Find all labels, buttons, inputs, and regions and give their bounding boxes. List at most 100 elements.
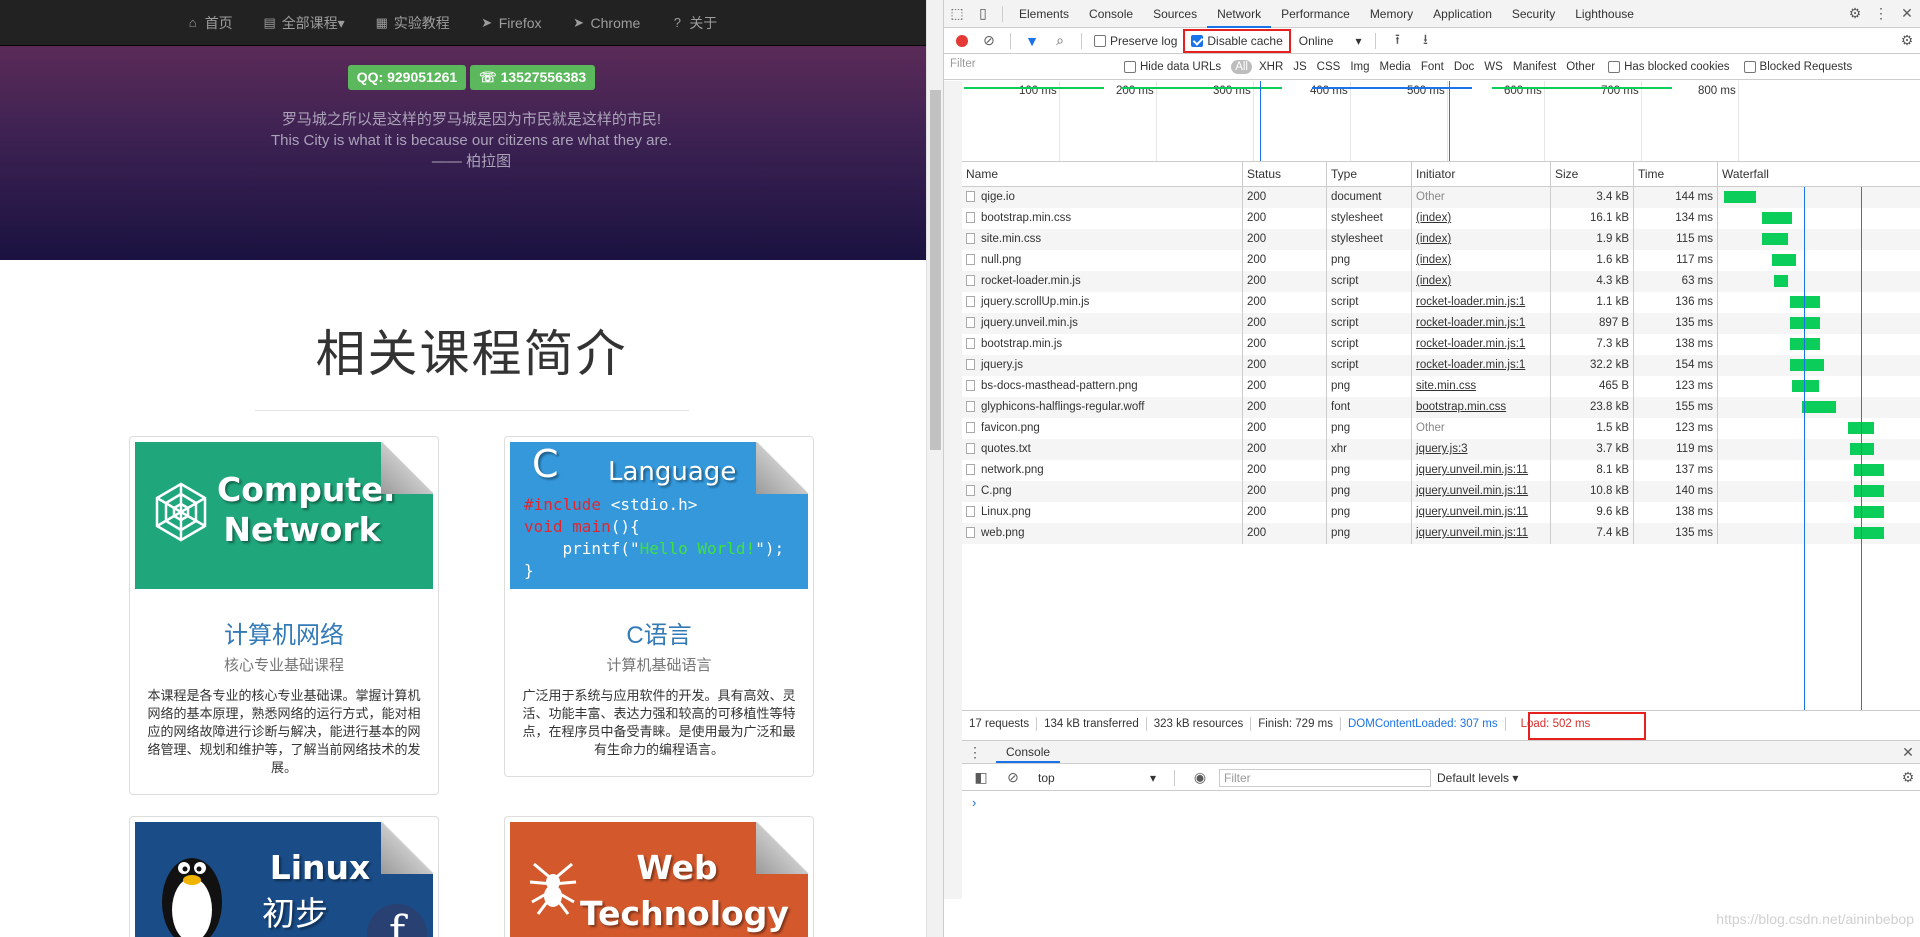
search-icon[interactable]: ⌕ [1047,27,1073,55]
request-row[interactable]: Linux.png 200 png jquery.unveil.min.js:11 9.… [962,502,1920,523]
type-filter-doc[interactable]: Doc [1451,60,1477,74]
column-header-status[interactable]: Status [1243,162,1327,186]
course-card-linux[interactable]: Linux 初步 ƒ [129,816,439,937]
record-icon[interactable] [956,34,968,47]
checkbox-box[interactable] [1094,34,1106,47]
nav-item-1[interactable]: ▤ 全部课程▾ [248,13,360,33]
card-title[interactable]: C语言 [510,615,808,650]
course-card-web[interactable]: Web Technology [504,816,814,937]
filter-funnel-icon[interactable]: ▼ [1019,27,1045,55]
blocked-requests-checkbox[interactable]: Blocked Requests [1740,60,1857,73]
request-row[interactable]: glyphicons-halflings-regular.woff 200 font… [962,397,1920,418]
eye-icon[interactable]: ◉ [1187,764,1213,792]
column-header-initiator[interactable]: Initiator [1412,162,1551,186]
type-filter-media[interactable]: Media [1377,60,1414,74]
request-row[interactable]: bootstrap.min.css 200 stylesheet (index) 16.… [962,208,1920,229]
request-initiator[interactable]: (index) [1412,229,1551,250]
network-filter-input[interactable]: Filter [948,58,1114,76]
tab-sources[interactable]: Sources [1143,0,1207,28]
phone-badge[interactable]: ☏ 13527556383 [470,65,596,90]
disable-cache-checkbox[interactable]: Disable cache [1183,28,1291,53]
request-row[interactable]: bootstrap.min.js 200 script rocket-loader.m… [962,334,1920,355]
device-toolbar-icon[interactable]: ▯ [970,0,996,28]
request-initiator[interactable]: (index) [1412,271,1551,292]
request-row[interactable]: null.png 200 png (index) 1.6 kB 117 ms [962,250,1920,271]
tab-application[interactable]: Application [1423,0,1502,28]
request-row[interactable]: jquery.js 200 script rocket-loader.min.js:1… [962,355,1920,376]
hide-data-urls-checkbox[interactable]: Hide data URLs [1120,60,1225,73]
timeline-overview[interactable]: 100 ms 200 ms 300 ms 400 ms 500 ms 600 ms 700 … [962,81,1920,162]
request-row[interactable]: bs-docs-masthead-pattern.png 200 png site.m… [962,376,1920,397]
preserve-log-checkbox[interactable]: Preserve log [1090,34,1181,48]
checkbox-box[interactable] [1743,60,1756,73]
console-sidebar-icon[interactable]: ◧ [968,764,994,792]
type-filter-other[interactable]: Other [1563,60,1598,74]
context-select[interactable]: top ▾ [1032,771,1162,785]
tab-memory[interactable]: Memory [1360,0,1423,28]
settings-gear-icon[interactable]: ⚙ [1842,0,1868,28]
nav-item-4[interactable]: ➤ Chrome [557,15,656,31]
column-header-waterfall[interactable]: Waterfall [1718,162,1920,186]
nav-item-2[interactable]: ▦ 实验教程 [360,13,465,33]
nav-item-0[interactable]: ⌂ 首页 [171,13,248,33]
tab-network[interactable]: Network [1207,0,1272,28]
course-card-network[interactable]: Computer Network 计算机网络 核心专业基础课程 本课程是各专业的… [129,436,439,795]
console-filter-input[interactable]: Filter [1219,768,1431,787]
request-initiator[interactable]: rocket-loader.min.js:1 [1412,355,1551,376]
tab-elements[interactable]: Elements [1009,0,1079,28]
log-levels-select[interactable]: Default levels ▾ [1437,771,1518,785]
request-row[interactable]: quotes.txt 200 xhr jquery.js:3 3.7 kB 119 ms [962,439,1920,460]
tab-performance[interactable]: Performance [1271,0,1360,28]
type-filter-js[interactable]: JS [1290,60,1309,74]
request-row[interactable]: site.min.css 200 stylesheet (index) 1.9 kB 11… [962,229,1920,250]
type-filter-xhr[interactable]: XHR [1256,60,1286,74]
type-filter-all[interactable]: All [1231,59,1252,74]
request-row[interactable]: jquery.scrollUp.min.js 200 script rocket-lo… [962,292,1920,313]
request-row[interactable]: favicon.png 200 png Other 1.5 kB 123 ms [962,418,1920,439]
nav-item-3[interactable]: ➤ Firefox [465,15,557,31]
export-har-icon[interactable]: ⭳ [1412,27,1438,55]
tab-lighthouse[interactable]: Lighthouse [1565,0,1644,28]
close-drawer-icon[interactable]: ✕ [1895,738,1920,766]
request-row[interactable]: web.png 200 png jquery.unveil.min.js:11 7.4 … [962,523,1920,544]
request-initiator[interactable]: jquery.unveil.min.js:11 [1412,460,1551,481]
clear-icon[interactable]: ⊘ [976,27,1002,55]
course-card-c[interactable]: C Language #include <stdio.h> void main(… [504,436,814,777]
console-clear-icon[interactable]: ⊘ [1000,764,1026,792]
request-initiator[interactable]: jquery.js:3 [1412,439,1551,460]
tab-security[interactable]: Security [1502,0,1565,28]
request-initiator[interactable]: (index) [1412,250,1551,271]
console-prompt[interactable]: › [972,795,976,810]
request-initiator[interactable]: jquery.unveil.min.js:11 [1412,481,1551,502]
request-row[interactable]: network.png 200 png jquery.unveil.min.js:11… [962,460,1920,481]
import-har-icon[interactable]: ⭱ [1384,27,1410,55]
network-settings-gear-icon[interactable]: ⚙ [1894,27,1920,55]
type-filter-manifest[interactable]: Manifest [1510,60,1559,74]
more-options-icon[interactable]: ⋮ [1868,0,1894,28]
checkbox-box[interactable] [1124,60,1136,73]
scrollbar-thumb[interactable] [930,90,941,450]
column-header-time[interactable]: Time [1634,162,1718,186]
checkbox-box-checked[interactable] [1191,34,1204,47]
nav-item-5[interactable]: ? 关于 [655,13,732,33]
request-initiator[interactable]: rocket-loader.min.js:1 [1412,313,1551,334]
request-row[interactable]: jquery.unveil.min.js 200 script rocket-load… [962,313,1920,334]
checkbox-box[interactable] [1608,60,1621,73]
page-scrollbar[interactable] [926,0,943,937]
throttling-select[interactable]: Online ▾ [1293,34,1368,48]
type-filter-img[interactable]: Img [1347,60,1372,74]
request-initiator[interactable]: jquery.unveil.min.js:11 [1412,502,1551,523]
type-filter-ws[interactable]: WS [1481,60,1506,74]
type-filter-font[interactable]: Font [1418,60,1447,74]
column-header-type[interactable]: Type [1327,162,1412,186]
column-header-name[interactable]: Name [962,162,1243,186]
qq-badge[interactable]: QQ: 929051261 [347,65,467,90]
tab-console[interactable]: Console [1079,0,1143,28]
request-initiator[interactable]: (index) [1412,208,1551,229]
request-initiator[interactable]: site.min.css [1412,376,1551,397]
request-initiator[interactable]: rocket-loader.min.js:1 [1412,334,1551,355]
request-initiator[interactable]: jquery.unveil.min.js:11 [1412,523,1551,544]
card-title[interactable]: 计算机网络 [135,615,433,650]
column-header-size[interactable]: Size [1551,162,1634,186]
inspect-element-icon[interactable]: ⬚ [944,0,970,28]
